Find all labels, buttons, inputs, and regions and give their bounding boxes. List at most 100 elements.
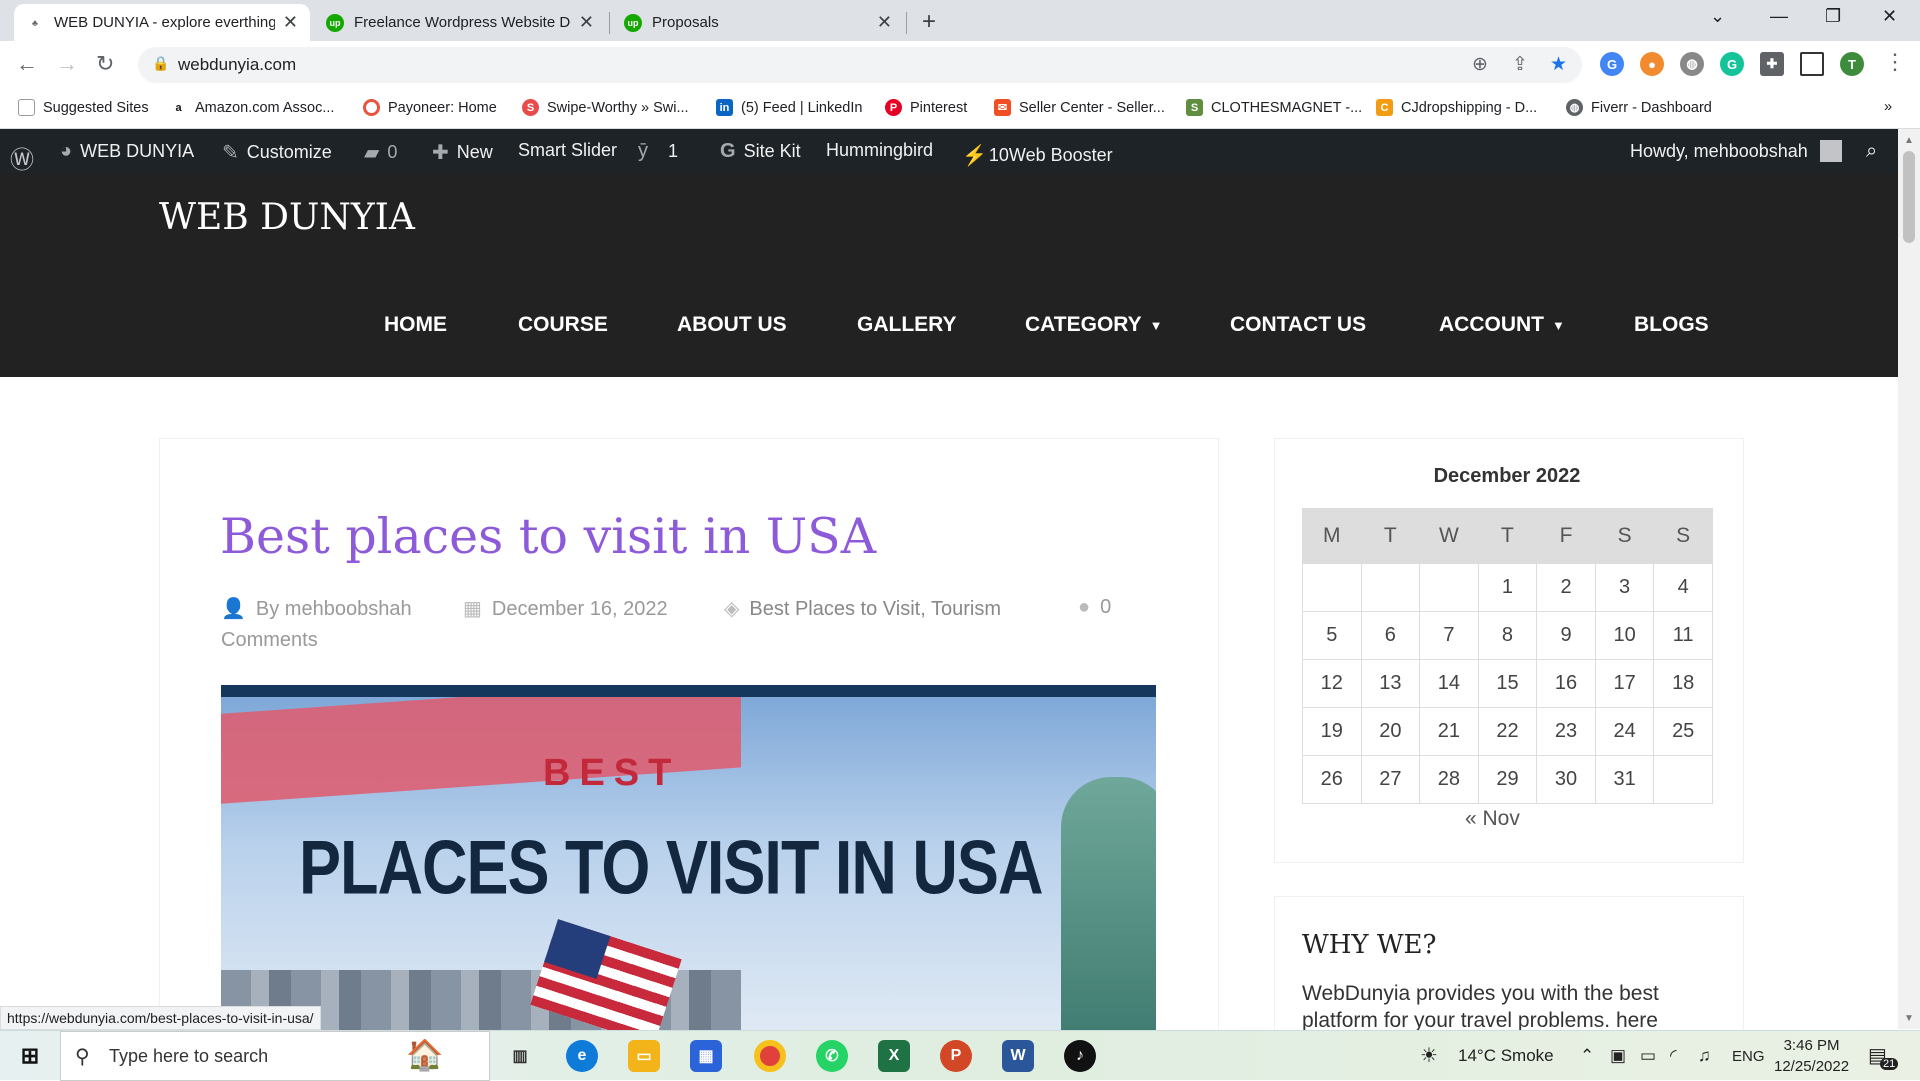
scroll-down-icon[interactable]: ▼ xyxy=(1904,1013,1914,1024)
nav-home[interactable]: HOME xyxy=(384,313,447,337)
wp-yoast-link[interactable]: ȳ1 xyxy=(638,140,678,163)
post-title[interactable]: Best places to visit in USA xyxy=(220,508,876,565)
taskbar-clock[interactable]: 3:46 PM 12/25/2022 xyxy=(1774,1035,1849,1077)
tab-proposals[interactable]: up Proposals ✕ xyxy=(612,4,904,41)
language-indicator[interactable]: ENG xyxy=(1732,1048,1765,1065)
volume-icon[interactable]: ♫ xyxy=(1698,1046,1711,1066)
minimize-icon[interactable]: — xyxy=(1770,6,1788,27)
microsoft-store-icon[interactable]: ▦ xyxy=(690,1040,722,1072)
globe-icon[interactable]: ◍ xyxy=(1680,52,1704,76)
tab-web-dunyia[interactable]: ♣ WEB DUNYIA - explore everthing ✕ xyxy=(14,4,310,41)
bookmark-suggested-sites[interactable]: Suggested Sites xyxy=(18,99,149,116)
share-icon[interactable]: ⇪ xyxy=(1512,53,1528,76)
clock-date: 12/25/2022 xyxy=(1774,1058,1850,1075)
url-text[interactable]: webdunyia.com xyxy=(178,55,296,75)
wp-site-name-link[interactable]: ◕ WEB DUNYIA xyxy=(60,140,194,163)
weather-label[interactable]: 14°C Smoke xyxy=(1458,1046,1554,1066)
wp-search-button[interactable]: ⌕ xyxy=(1866,140,1885,163)
wp-new-link[interactable]: ✚ New xyxy=(432,140,493,165)
image-heading-main: PLACES TO VISIT IN USA xyxy=(299,826,1043,911)
bookmark-linkedin[interactable]: in (5) Feed | LinkedIn xyxy=(716,99,862,116)
bookmark-clothesmagnet[interactable]: S CLOTHESMAGNET -... xyxy=(1186,99,1362,116)
post-featured-image[interactable]: BEST PLACES TO VISIT IN USA xyxy=(221,685,1156,1030)
bookmark-amazon[interactable]: a Amazon.com Assoc... xyxy=(170,99,334,116)
reload-icon[interactable]: ↻ xyxy=(96,51,114,77)
bookmark-swipe-worthy[interactable]: S Swipe-Worthy » Swi... xyxy=(522,99,689,116)
wp-smart-slider-link[interactable]: Smart Slider xyxy=(518,140,617,161)
tray-app-icon[interactable]: ▣ xyxy=(1610,1046,1626,1066)
calendar-day: 3 xyxy=(1594,563,1655,612)
zoom-icon[interactable]: ⊕ xyxy=(1472,53,1488,76)
extension-icon[interactable]: ● xyxy=(1640,52,1664,76)
excel-icon[interactable]: X xyxy=(878,1040,910,1072)
wp-10web-booster-link[interactable]: ⚡ 10Web Booster xyxy=(962,143,1113,168)
close-tab-icon[interactable]: ✕ xyxy=(579,12,594,33)
omnibox[interactable]: 🔒 webdunyia.com ⊕ ⇪ ★ xyxy=(138,47,1582,83)
close-tab-icon[interactable]: ✕ xyxy=(877,12,892,33)
page-scrollbar[interactable]: ▲ ▼ xyxy=(1898,129,1920,1029)
bookmarks-overflow-button[interactable]: » xyxy=(1884,99,1892,115)
wp-site-kit-link[interactable]: G Site Kit xyxy=(720,140,801,163)
calendar-prev-month-link[interactable]: « Nov xyxy=(1465,807,1520,831)
wp-logo-button[interactable]: Ⓦ xyxy=(10,140,42,175)
site-title[interactable]: WEB DUNYIA xyxy=(159,197,415,238)
restore-icon[interactable]: ❐ xyxy=(1825,6,1841,27)
taskbar-search-box[interactable]: ⚲ Type here to search 🏠 xyxy=(60,1031,490,1081)
bookmark-cjdropshipping[interactable]: C CJdropshipping - D... xyxy=(1376,99,1537,116)
nav-category[interactable]: CATEGORY ▼ xyxy=(1025,313,1163,337)
new-tab-button[interactable]: + xyxy=(922,8,936,36)
nav-account[interactable]: ACCOUNT ▼ xyxy=(1439,313,1565,337)
translate-icon[interactable]: G xyxy=(1600,52,1624,76)
task-view-icon[interactable]: ▥ xyxy=(504,1040,536,1072)
file-explorer-icon[interactable]: ▭ xyxy=(628,1040,660,1072)
back-icon[interactable]: ← xyxy=(16,51,38,77)
menu-kebab-icon[interactable]: ⋮ xyxy=(1884,49,1906,75)
close-window-icon[interactable]: ✕ xyxy=(1882,6,1897,27)
nav-gallery[interactable]: GALLERY xyxy=(857,313,957,337)
lock-icon[interactable]: 🔒 xyxy=(152,55,169,72)
bookmark-star-icon[interactable]: ★ xyxy=(1550,53,1567,76)
wp-hummingbird-link[interactable]: Hummingbird xyxy=(826,140,933,161)
wp-account-link[interactable]: Howdy, mehboobshah xyxy=(1630,140,1842,162)
nav-about-us[interactable]: ABOUT US xyxy=(677,313,787,337)
forward-icon[interactable]: → xyxy=(56,51,78,77)
scrollbar-thumb[interactable] xyxy=(1903,151,1915,243)
wp-customize-link[interactable]: ✎ Customize xyxy=(222,140,332,165)
battery-icon[interactable]: ▭ xyxy=(1640,1046,1656,1066)
wifi-icon[interactable]: ◜ xyxy=(1670,1046,1677,1066)
nav-blogs[interactable]: BLOGS xyxy=(1634,313,1709,337)
bookmark-pinterest[interactable]: P Pinterest xyxy=(885,99,967,116)
tray-chevron-up-icon[interactable]: ⌃ xyxy=(1580,1046,1594,1066)
profile-avatar[interactable]: T xyxy=(1840,52,1864,76)
bookmark-seller-center[interactable]: ✉ Seller Center - Seller... xyxy=(994,99,1165,116)
side-panel-icon[interactable] xyxy=(1800,52,1824,76)
bookmark-payoneer[interactable]: Payoneer: Home xyxy=(363,99,497,116)
tab-separator xyxy=(609,12,610,34)
bookmark-fiverr[interactable]: ◍ Fiverr - Dashboard xyxy=(1566,99,1712,116)
word-icon[interactable]: W xyxy=(1002,1040,1034,1072)
shopify-icon: S xyxy=(1186,99,1203,116)
nav-contact-us[interactable]: CONTACT US xyxy=(1230,313,1366,337)
tab-freelance[interactable]: up Freelance Wordpress Website De ✕ xyxy=(314,4,606,41)
upwork-icon: up xyxy=(624,13,642,32)
post-comments-word[interactable]: Comments xyxy=(221,629,318,652)
scroll-up-icon[interactable]: ▲ xyxy=(1904,135,1914,146)
windows-start-icon[interactable]: ⊞ xyxy=(14,1040,46,1072)
post-date[interactable]: ▦ December 16, 2022 xyxy=(463,596,668,621)
tab-search-icon[interactable]: ⌄ xyxy=(1710,6,1725,27)
tiktok-icon[interactable]: ♪ xyxy=(1064,1040,1096,1072)
post-comments-count[interactable]: ● 0 xyxy=(1078,596,1111,619)
grammarly-icon[interactable]: G xyxy=(1720,52,1744,76)
chrome-icon[interactable] xyxy=(754,1040,786,1072)
calendar-week-row: 5 6 7 8 9 10 11 xyxy=(1302,611,1713,660)
whatsapp-icon[interactable]: ✆ xyxy=(816,1040,848,1072)
page-icon xyxy=(18,99,35,116)
extensions-puzzle-icon[interactable]: ✚ xyxy=(1760,52,1784,76)
post-categories[interactable]: ◈ Best Places to Visit, Tourism xyxy=(724,596,1001,621)
powerpoint-icon[interactable]: P xyxy=(940,1040,972,1072)
close-tab-icon[interactable]: ✕ xyxy=(283,12,298,33)
edge-browser-icon[interactable]: e xyxy=(566,1040,598,1072)
post-author[interactable]: 👤 By mehboobshah xyxy=(221,596,412,621)
nav-course[interactable]: COURSE xyxy=(518,313,608,337)
wp-comments-link[interactable]: ▰ 0 xyxy=(364,140,397,165)
